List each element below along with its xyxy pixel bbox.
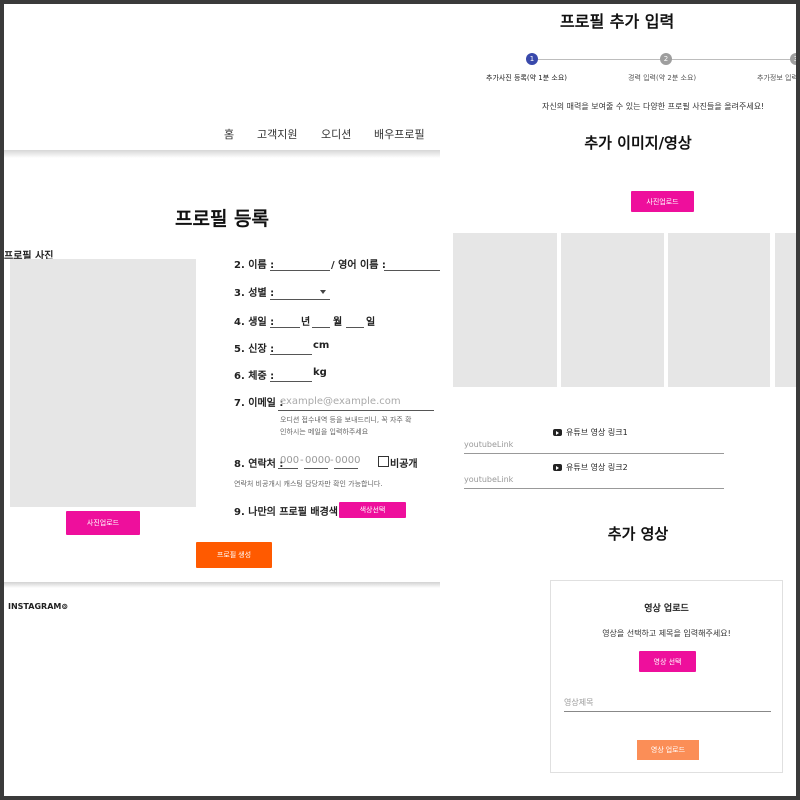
birth-label: 4. 생일 : xyxy=(234,317,275,328)
video-upload-card: 영상 업로드 영상을 선택하고 제목을 입력해주세요! 영상 선택 영상제목 영… xyxy=(550,580,783,773)
nav-divider xyxy=(4,150,440,158)
phone-hint: 연락처 비공개시 캐스팅 담당자만 확인 가능합니다. xyxy=(234,480,383,488)
private-checkbox[interactable] xyxy=(378,456,389,467)
additional-title: 프로필 추가 입력 xyxy=(560,12,675,31)
phone-placeholder-2: 0000 xyxy=(305,455,331,466)
private-label: 비공개 xyxy=(390,459,418,470)
video-section-title: 추가 영상 xyxy=(607,525,669,543)
phone-placeholder-1: 000 xyxy=(280,455,300,466)
step-2-label: 경력 입력(약 2분 소요) xyxy=(628,74,697,82)
video-title-input[interactable]: 영상제목 xyxy=(564,697,771,712)
youtube-link-1-input[interactable]: youtubeLink xyxy=(464,440,724,454)
screenshot-frame: 홈 고객지원 오디션 배우프로필 프로필 등록 프로필 사진 사진업로드 2. … xyxy=(4,4,796,796)
email-hint-line2: 인하시는 메일을 입력하주세요 xyxy=(280,428,369,436)
video-upload-subtitle: 영상을 선택하고 제목을 입력해주세요! xyxy=(602,629,731,638)
gender-label: 3. 성별 : xyxy=(234,288,275,299)
video-select-button[interactable]: 영상 선택 xyxy=(639,651,696,672)
create-profile-button[interactable]: 프로필 생성 xyxy=(196,542,272,568)
nav-support[interactable]: 고객지원 xyxy=(257,126,297,142)
height-label: 5. 신장 : xyxy=(234,344,275,355)
nav-actor-profile[interactable]: 배우프로필 xyxy=(374,126,425,142)
email-hint-line1: 오디션 접수내역 등을 보내드리니, 꼭 자주 확 xyxy=(280,416,412,424)
page-title: 프로필 등록 xyxy=(174,208,269,230)
email-label: 7. 이메일 : xyxy=(234,398,284,409)
bg-color-label: 9. 나만의 프로필 배경색 xyxy=(234,507,339,518)
step-1-label: 추가사진 등록(약 1분 소요) xyxy=(486,74,567,82)
step-1-dot[interactable]: 1 xyxy=(526,53,538,65)
youtube-link-2-input[interactable]: youtubeLink xyxy=(464,475,724,489)
birth-month-label: 월 xyxy=(333,317,343,328)
birth-year-input[interactable] xyxy=(270,314,300,328)
weight-input[interactable] xyxy=(270,368,312,382)
profile-additional-panel: 프로필 추가 입력 1 2 3 추가사진 등록(약 1분 소요) 경력 입력(약… xyxy=(440,4,796,796)
step-connector xyxy=(668,59,796,60)
step-2-dot[interactable]: 2 xyxy=(660,53,672,65)
video-upload-heading: 영상 업로드 xyxy=(644,604,689,614)
step-3-dot[interactable]: 3 xyxy=(790,53,796,65)
phone-placeholder-3: 0000 xyxy=(335,455,361,466)
profile-registration-panel: 홈 고객지원 오디션 배우프로필 프로필 등록 프로필 사진 사진업로드 2. … xyxy=(4,4,440,796)
english-name-label: / 영어 이름 : xyxy=(331,260,386,271)
youtube-icon xyxy=(553,464,562,471)
photo-slot-4[interactable] xyxy=(775,233,796,387)
youtube-link-2-text: 유튜브 영상 링크2 xyxy=(566,463,628,472)
additional-photo-upload-button[interactable]: 사진업로드 xyxy=(631,191,694,212)
photo-slot-3[interactable] xyxy=(668,233,770,387)
chevron-down-icon xyxy=(320,290,326,294)
photo-slot-2[interactable] xyxy=(561,233,664,387)
nav-home[interactable]: 홈 xyxy=(224,126,234,142)
nav-audition[interactable]: 오디션 xyxy=(321,126,351,142)
birth-month-input[interactable] xyxy=(312,314,330,328)
name-label: 2. 이름 : xyxy=(234,260,275,271)
birth-day-label: 일 xyxy=(366,317,376,328)
birth-year-label: 년 xyxy=(301,317,311,328)
color-select-button[interactable]: 색상선택 xyxy=(339,502,406,518)
birth-day-input[interactable] xyxy=(346,314,364,328)
youtube-link-1-text: 유튜브 영상 링크1 xyxy=(566,428,628,437)
phone-label: 8. 연락처 : xyxy=(234,459,284,470)
photo-slot-1[interactable] xyxy=(453,233,557,387)
youtube-icon xyxy=(553,429,562,436)
height-unit: cm xyxy=(313,340,330,351)
youtube-link-2-label: 유튜브 영상 링크2 xyxy=(553,462,628,473)
photo-upload-button[interactable]: 사진업로드 xyxy=(66,511,140,535)
step-3-label: 추가정보 입력 xyxy=(757,74,796,82)
weight-unit: kg xyxy=(313,367,327,378)
instagram-link[interactable]: INSTAGRAM⊚ xyxy=(8,602,68,611)
height-input[interactable] xyxy=(270,341,312,355)
weight-label: 6. 체중 : xyxy=(234,371,275,382)
name-input[interactable] xyxy=(270,257,330,271)
step-connector xyxy=(536,59,662,60)
video-upload-button[interactable]: 영상 업로드 xyxy=(637,740,699,760)
top-nav: 홈 고객지원 오디션 배우프로필 xyxy=(4,124,440,150)
email-placeholder: example@example.com xyxy=(280,396,401,407)
media-section-title: 추가 이미지/영상 xyxy=(584,134,692,152)
footer-divider xyxy=(4,582,440,588)
intro-text: 자신의 매력을 보여줄 수 있는 다양한 프로필 사진들을 올려주세요! xyxy=(542,102,765,111)
english-name-input[interactable] xyxy=(384,257,440,271)
youtube-link-1-label: 유튜브 영상 링크1 xyxy=(553,427,628,438)
profile-photo-placeholder[interactable] xyxy=(10,259,196,507)
